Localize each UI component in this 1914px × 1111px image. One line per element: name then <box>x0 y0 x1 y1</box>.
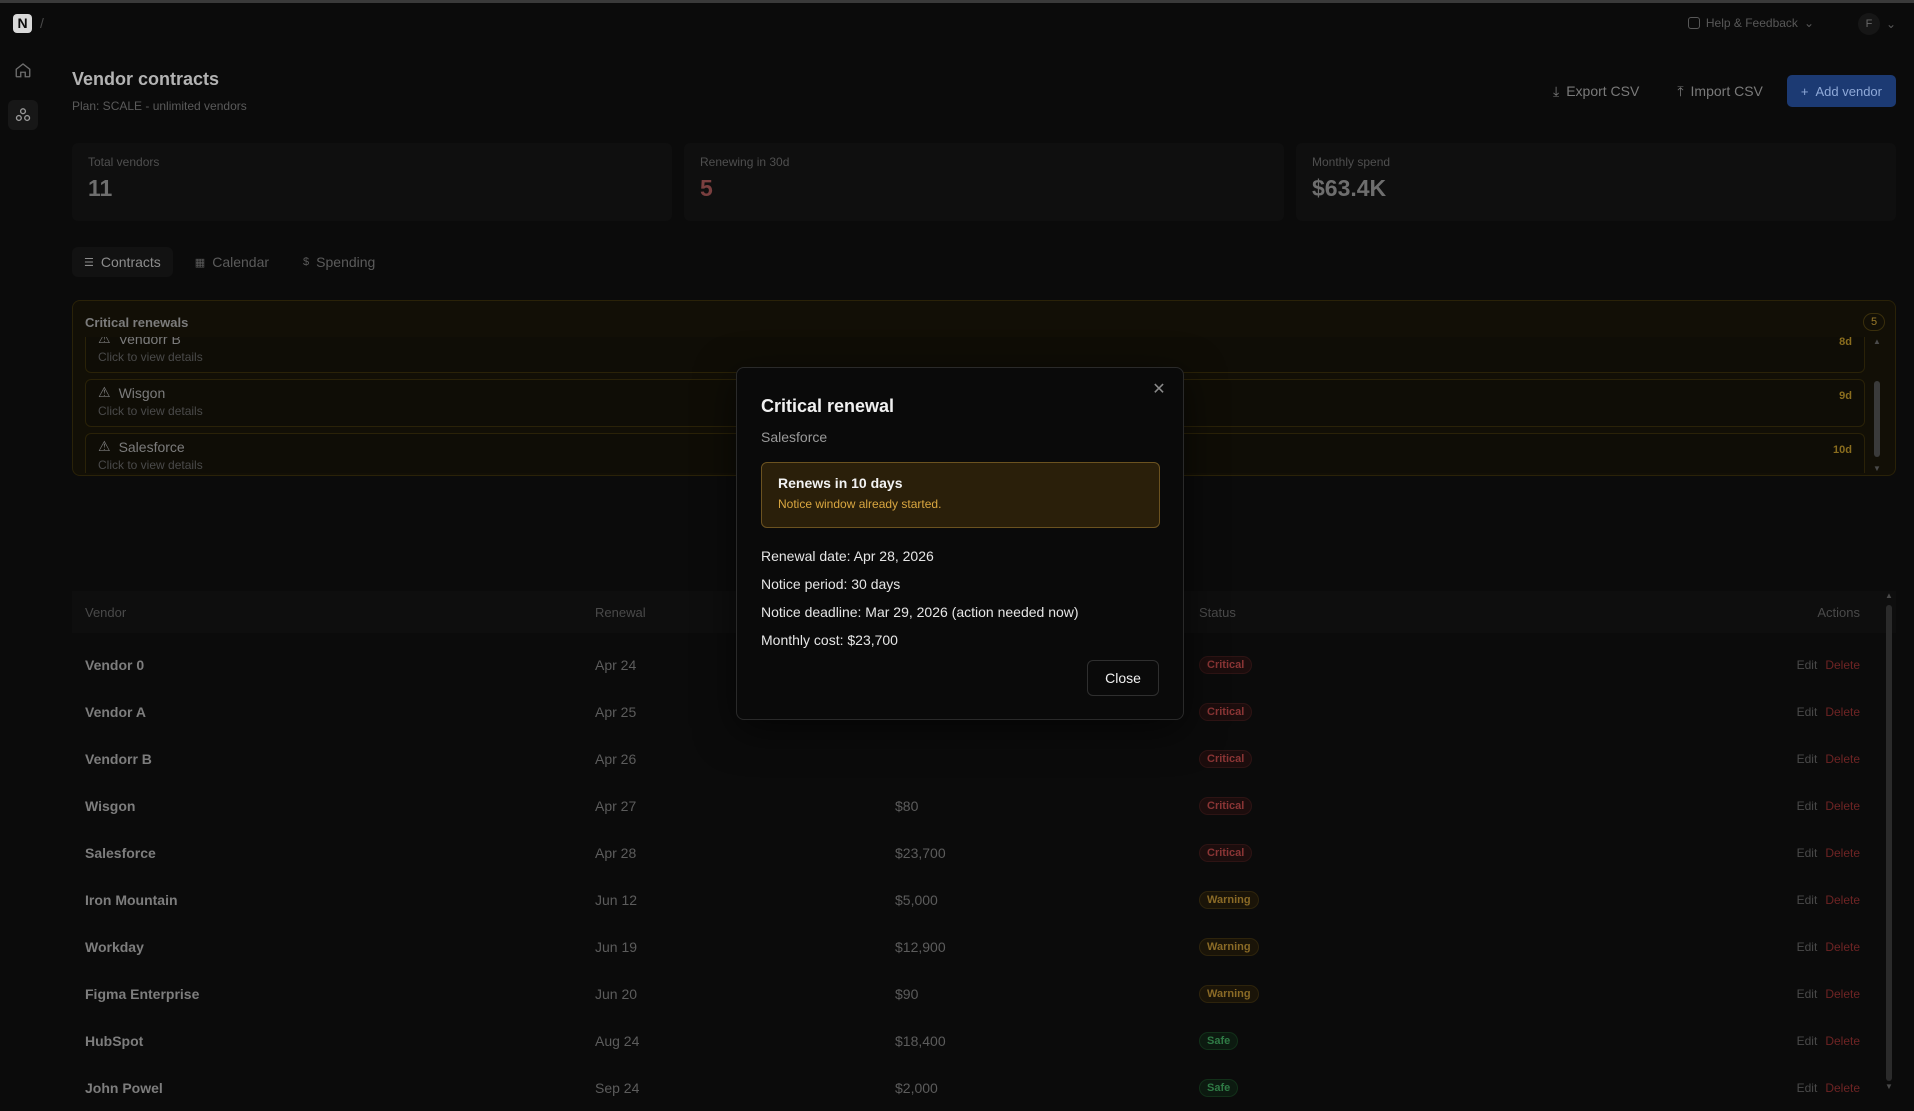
notice-period: Notice period: 30 days <box>761 576 901 592</box>
notice-deadline: Notice deadline: Mar 29, 2026 (action ne… <box>761 604 1079 620</box>
alert-text: Notice window already started. <box>778 497 942 511</box>
dialog-vendor-name: Salesforce <box>761 429 828 445</box>
scroll-down-icon[interactable]: ▼ <box>1885 1082 1893 1091</box>
renewal-details: Renewal date: Apr 28, 2026 Notice period… <box>761 542 1079 654</box>
alert-title: Renews in 10 days <box>778 475 903 491</box>
close-icon[interactable]: ✕ <box>1151 382 1167 398</box>
renewal-alert: Renews in 10 days Notice window already … <box>761 462 1160 528</box>
critical-renewal-dialog: ✕ Critical renewal Salesforce Renews in … <box>736 367 1184 720</box>
renewal-date: Renewal date: Apr 28, 2026 <box>761 548 934 564</box>
close-button[interactable]: Close <box>1087 660 1159 696</box>
monthly-cost: Monthly cost: $23,700 <box>761 632 898 648</box>
dialog-title: Critical renewal <box>761 396 895 416</box>
